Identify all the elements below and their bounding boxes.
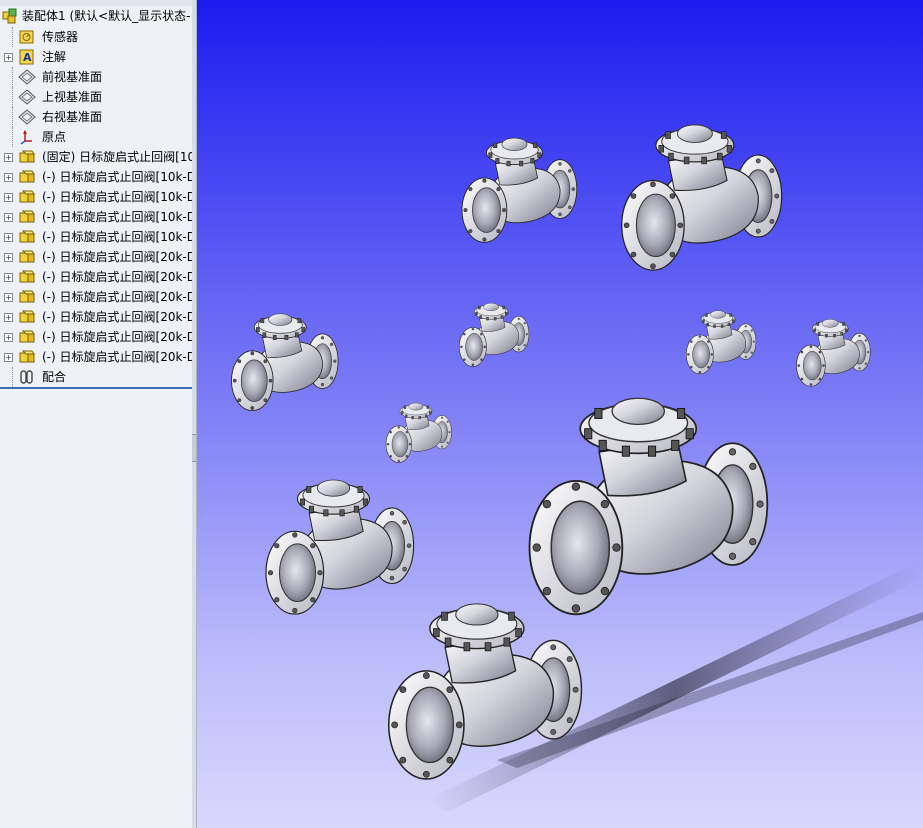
part-icon [18, 349, 36, 365]
tree-root-assembly[interactable]: 装配体1 (默认<默认_显示状态- [0, 6, 192, 26]
mates-icon [18, 369, 36, 385]
check-valve-5[interactable] [685, 310, 757, 375]
tree-item-part[interactable]: + (-) 日标旋启式止回阀[20k-D [0, 327, 192, 347]
tree-item-label: (-) 日标旋启式止回阀[20k-D [42, 270, 192, 284]
check-valve-8[interactable] [265, 479, 415, 615]
tree-item-annotations[interactable]: + A 注解 [0, 47, 192, 67]
tree-item-label: 配合 [42, 370, 67, 384]
tree-root-label: 装配体1 (默认<默认_显示状态- [22, 9, 191, 23]
origin-icon [18, 129, 36, 145]
tree-guide-line [12, 27, 14, 47]
plane-icon [18, 69, 36, 85]
expand-icon[interactable]: + [4, 173, 13, 182]
tree-item-part[interactable]: + (-) 日标旋启式止回阀[20k-D [0, 307, 192, 327]
tree-guide-line [12, 67, 14, 87]
tree-item-label: (-) 日标旋启式止回阀[10k-D [42, 210, 192, 224]
tree-guide-line [12, 107, 14, 127]
tree-item-label: (-) 日标旋启式止回阀[10k-D [42, 230, 192, 244]
tree-item-part[interactable]: + (固定) 日标旋启式止回阀[10 [0, 147, 192, 167]
expand-icon[interactable]: + [4, 233, 13, 242]
assembly-icon [2, 8, 20, 24]
check-valve-3[interactable] [230, 313, 339, 412]
tree-item-label: (-) 日标旋启式止回阀[20k-D [42, 290, 192, 304]
part-icon [18, 309, 36, 325]
tree-item-mates[interactable]: 配合 [0, 367, 192, 387]
tree-item-label: 传感器 [42, 30, 79, 44]
tree-item-label: (-) 日标旋启式止回阀[10k-D [42, 190, 192, 204]
check-valve-7[interactable] [385, 402, 452, 463]
tree-item-front-plane[interactable]: 前视基准面 [0, 67, 192, 87]
tree-item-origin[interactable]: 原点 [0, 127, 192, 147]
expand-icon[interactable]: + [4, 53, 13, 62]
svg-text:A: A [23, 51, 32, 64]
tree-guide-line [12, 367, 14, 387]
part-icon [18, 149, 36, 165]
tree-item-label: 注解 [42, 50, 67, 64]
tree-item-label: 原点 [42, 130, 67, 144]
graphics-viewport[interactable] [197, 0, 923, 828]
part-icon [18, 289, 36, 305]
part-icon [18, 189, 36, 205]
part-icon [18, 229, 36, 245]
check-valve-1[interactable] [461, 137, 578, 243]
tree-item-label: (固定) 日标旋启式止回阀[10 [42, 150, 192, 164]
expand-icon[interactable]: + [4, 333, 13, 342]
splitter-grip-handle[interactable] [192, 434, 196, 462]
tree-item-part[interactable]: + (-) 日标旋启式止回阀[20k-D [0, 247, 192, 267]
annotation-icon: A [18, 49, 36, 65]
expand-icon[interactable]: + [4, 153, 13, 162]
tree-item-part[interactable]: + (-) 日标旋启式止回阀[20k-D [0, 267, 192, 287]
plane-icon [18, 109, 36, 125]
tree-item-part[interactable]: + (-) 日标旋启式止回阀[10k-D [0, 167, 192, 187]
part-icon [18, 269, 36, 285]
part-icon [18, 329, 36, 345]
tree-item-label: (-) 日标旋启式止回阀[20k-D [42, 350, 192, 364]
tree-item-label: (-) 日标旋启式止回阀[20k-D [42, 330, 192, 344]
tree-item-label: (-) 日标旋启式止回阀[10k-D [42, 170, 192, 184]
tree-item-label: 前视基准面 [42, 70, 103, 84]
part-icon [18, 169, 36, 185]
expand-icon[interactable]: + [4, 353, 13, 362]
tree-item-part[interactable]: + (-) 日标旋启式止回阀[20k-D [0, 287, 192, 307]
tree-item-part[interactable]: + (-) 日标旋启式止回阀[10k-D [0, 227, 192, 247]
expand-icon[interactable]: + [4, 273, 13, 282]
expand-icon[interactable]: + [4, 253, 13, 262]
check-valve-2[interactable] [621, 124, 783, 271]
feature-manager-tree: 装配体1 (默认<默认_显示状态- 传感器 + A 注解 前视基准面 上视基准面 [0, 0, 193, 828]
tree-guide-line [12, 127, 14, 147]
part-icon [18, 209, 36, 225]
check-valve-4[interactable] [458, 302, 530, 367]
tree-item-label: (-) 日标旋启式止回阀[20k-D [42, 310, 192, 324]
sensor-icon [18, 29, 36, 45]
expand-icon[interactable]: + [4, 213, 13, 222]
tree-guide-line [12, 87, 14, 107]
tree-item-label: 右视基准面 [42, 110, 103, 124]
expand-icon[interactable]: + [4, 313, 13, 322]
tree-item-top-plane[interactable]: 上视基准面 [0, 87, 192, 107]
expand-icon[interactable]: + [4, 293, 13, 302]
tree-divider [0, 387, 192, 389]
part-icon [18, 249, 36, 265]
tree-item-label: 上视基准面 [42, 90, 103, 104]
tree-item-sensors[interactable]: 传感器 [0, 27, 192, 47]
tree-item-part[interactable]: + (-) 日标旋启式止回阀[10k-D [0, 187, 192, 207]
check-valve-6[interactable] [796, 318, 871, 387]
plane-icon [18, 89, 36, 105]
tree-item-part[interactable]: + (-) 日标旋启式止回阀[20k-D [0, 347, 192, 367]
check-valve-9[interactable] [528, 397, 769, 616]
expand-icon[interactable]: + [4, 193, 13, 202]
tree-item-part[interactable]: + (-) 日标旋启式止回阀[10k-D [0, 207, 192, 227]
valve-assembly-render [230, 124, 923, 812]
tree-item-label: (-) 日标旋启式止回阀[20k-D [42, 250, 192, 264]
tree-item-right-plane[interactable]: 右视基准面 [0, 107, 192, 127]
